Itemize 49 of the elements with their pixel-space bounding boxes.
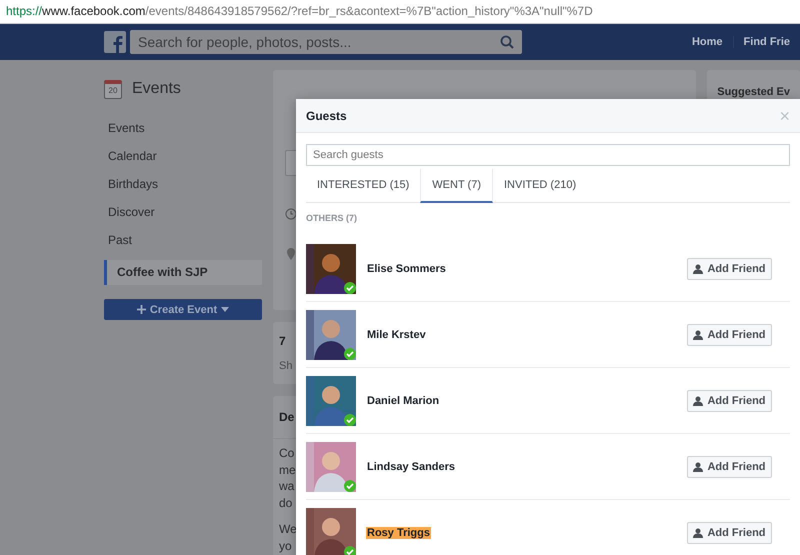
sidebar-item[interactable]: Past [104,230,262,258]
search-field[interactable]: Search guests [306,144,790,166]
card-text: yo [279,538,292,554]
card-text: do [279,494,292,511]
nav-link[interactable]: Find Frie [732,36,800,48]
card-heading: 7 [279,334,286,348]
sidebar-item[interactable]: Events [104,118,262,146]
guest-name[interactable]: Mile Krstev [366,328,427,340]
create-event-button[interactable]: Create Event [104,299,262,320]
card-text: me [279,462,296,478]
logo-icon[interactable] [104,31,126,53]
card-text: wa [279,478,294,494]
card-text: Co [279,445,294,462]
tab[interactable]: INVITED (210) [492,169,588,203]
tab[interactable]: INTERESTED (15) [306,169,420,203]
plus-icon [136,305,146,314]
section-heading: OTHERS (7) [306,213,358,223]
card-heading: De [279,410,294,424]
person-icon [693,528,704,538]
pin-icon [286,248,296,260]
card-heading: Suggested Ev [717,86,790,98]
person-icon [693,462,704,472]
add-friend-button[interactable]: Add Friend [687,258,772,280]
sidebar-item[interactable]: Birthdays [104,174,262,202]
person-icon [693,396,704,406]
guest-name[interactable]: Lindsay Sanders [366,460,456,472]
calendar-icon: 20 [104,80,122,98]
address-bar[interactable]: https://www.facebook.com/events/848643918579562/?ref=br_rs&acontext=%7B"action_history"%3A"null"%7D [0,0,800,24]
sidebar-item[interactable]: Discover [104,202,262,230]
nav-link[interactable]: Home [682,36,733,48]
add-friend-button[interactable]: Add Friend [687,390,772,412]
guest-name[interactable]: Rosy Triggs [366,526,431,538]
sidebar-item[interactable]: Coffee with SJP [104,260,262,285]
add-friend-button[interactable]: Add Friend [687,522,772,544]
tab[interactable]: WENT (7) [420,169,493,203]
add-friend-button[interactable]: Add Friend [687,324,772,346]
clock-icon [285,208,297,220]
add-friend-button[interactable]: Add Friend [687,456,772,478]
caret-icon [221,307,230,312]
sidebar-title: Events [132,80,181,98]
sidebar-item[interactable]: Calendar [104,146,262,174]
search-icon[interactable] [500,35,514,49]
person-icon [693,264,704,274]
person-icon [693,330,704,340]
card-text: Sh [279,360,292,372]
dialog-title: Guests [306,108,347,122]
guest-name[interactable]: Daniel Marion [366,394,440,406]
guest-name[interactable]: Elise Sommers [366,262,447,274]
card-text: We [279,521,297,538]
